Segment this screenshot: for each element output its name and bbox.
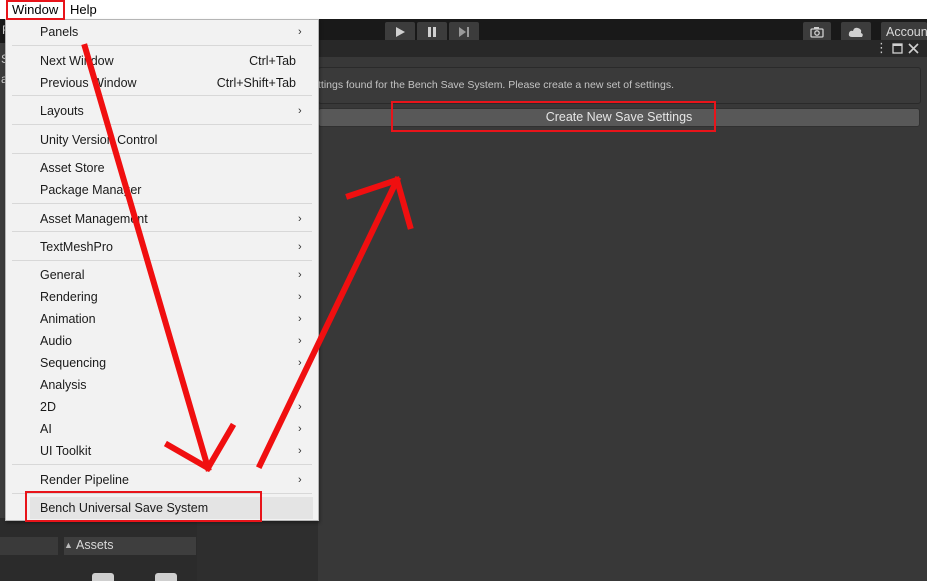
annotation-arrow-up (255, 175, 402, 470)
annotation-arrows (81, 43, 414, 473)
annotation-arrow-down (81, 43, 212, 472)
